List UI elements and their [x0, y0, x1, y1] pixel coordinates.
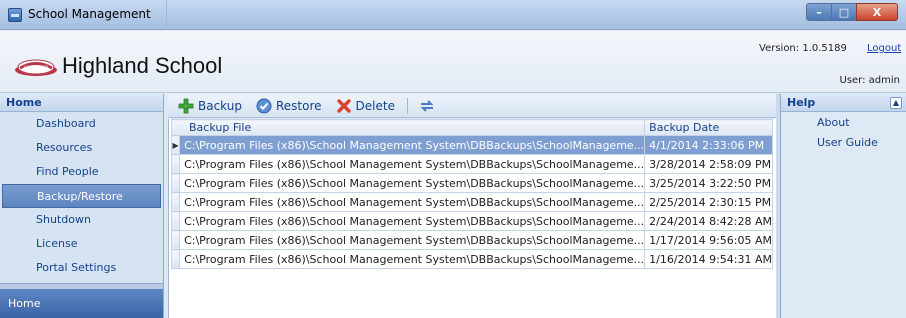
row-selector: [170, 249, 181, 269]
help-panel: Help ▲ About User Guide: [780, 94, 906, 318]
sidebar-item-find-people[interactable]: Find People: [0, 160, 163, 184]
row-selector-icon: ▶: [170, 135, 181, 155]
backup-file-cell[interactable]: C:\Program Files (x86)\School Management…: [179, 249, 646, 269]
app-icon: [8, 8, 22, 22]
table-row[interactable]: C:\Program Files (x86)\School Management…: [170, 211, 773, 231]
version-label: Version: 1.0.5189: [759, 43, 847, 54]
refresh-button[interactable]: [414, 96, 444, 116]
collapse-icon[interactable]: ▲: [890, 97, 902, 109]
table-row[interactable]: C:\Program Files (x86)\School Management…: [170, 230, 773, 250]
table-row[interactable]: C:\Program Files (x86)\School Management…: [170, 154, 773, 174]
left-navigation: Home Dashboard Resources Find People Bac…: [0, 94, 164, 318]
backup-file-cell[interactable]: C:\Program Files (x86)\School Management…: [179, 173, 646, 193]
row-selector: [170, 211, 181, 231]
title-bar: School Management – □ X: [0, 0, 906, 30]
app-header: HIGHLAND Highland School Version: 1.0.51…: [0, 31, 906, 93]
help-heading: Help ▲: [781, 94, 906, 112]
nav-group-home-tab[interactable]: Home: [0, 289, 163, 318]
delete-x-icon: [336, 98, 351, 113]
window-title: School Management: [28, 7, 151, 21]
nav-heading: Home: [0, 94, 163, 112]
check-icon: [256, 98, 272, 113]
column-header-backup-file[interactable]: Backup File: [170, 119, 646, 136]
toolbar-separator: [406, 97, 408, 114]
sidebar-item-dashboard[interactable]: Dashboard: [0, 112, 163, 136]
help-item-user-guide[interactable]: User Guide: [781, 134, 906, 152]
sidebar-item-backup-restore[interactable]: Backup/Restore: [2, 184, 161, 208]
table-row[interactable]: C:\Program Files (x86)\School Management…: [170, 173, 773, 193]
table-row[interactable]: C:\Program Files (x86)\School Management…: [170, 192, 773, 212]
sidebar-item-portal-settings[interactable]: Portal Settings: [0, 256, 163, 280]
backup-date-cell[interactable]: 2/24/2014 8:42:28 AM: [644, 211, 773, 231]
backup-date-cell[interactable]: 2/25/2014 2:30:15 PM: [644, 192, 773, 212]
backup-file-cell[interactable]: C:\Program Files (x86)\School Management…: [179, 211, 646, 231]
delete-button[interactable]: Delete: [332, 96, 399, 116]
restore-button[interactable]: Restore: [252, 96, 326, 116]
maximize-button[interactable]: □: [831, 3, 857, 21]
row-selector: [170, 192, 181, 212]
school-logo: HIGHLAND: [15, 59, 57, 76]
delete-label: Delete: [355, 98, 395, 113]
backup-file-cell[interactable]: C:\Program Files (x86)\School Management…: [179, 230, 646, 250]
current-user-label: User: admin: [839, 75, 901, 86]
table-row[interactable]: ▶ C:\Program Files (x86)\School Manageme…: [170, 135, 773, 155]
backup-date-cell[interactable]: 1/17/2014 9:56:05 AM: [644, 230, 773, 250]
backup-toolbar: Backup Restore Delete: [168, 94, 776, 118]
backup-button[interactable]: Backup: [174, 96, 246, 116]
minimize-button[interactable]: –: [806, 3, 832, 21]
column-header-backup-date[interactable]: Backup Date: [644, 119, 773, 136]
backup-date-cell[interactable]: 1/16/2014 9:54:31 AM: [644, 249, 773, 269]
sidebar-item-license[interactable]: License: [0, 232, 163, 256]
backup-table: Backup File Backup Date ▶ C:\Program Fil…: [170, 119, 773, 269]
backup-label: Backup: [198, 98, 242, 113]
backup-file-cell[interactable]: C:\Program Files (x86)\School Management…: [179, 154, 646, 174]
backup-date-cell[interactable]: 3/28/2014 2:58:09 PM: [644, 154, 773, 174]
table-row[interactable]: C:\Program Files (x86)\School Management…: [170, 249, 773, 269]
help-item-about[interactable]: About: [781, 114, 906, 132]
restore-label: Restore: [276, 98, 322, 113]
row-selector: [170, 230, 181, 250]
refresh-icon: [420, 99, 434, 112]
sidebar-item-shutdown[interactable]: Shutdown: [0, 208, 163, 232]
backup-file-cell[interactable]: C:\Program Files (x86)\School Management…: [179, 192, 646, 212]
add-icon: [178, 98, 194, 113]
row-selector: [170, 173, 181, 193]
backup-grid: Backup File Backup Date ▶ C:\Program Fil…: [168, 119, 776, 318]
window-controls: – □ X: [806, 3, 898, 21]
close-button[interactable]: X: [856, 3, 898, 21]
backup-date-cell[interactable]: 3/25/2014 3:22:50 PM: [644, 173, 773, 193]
row-selector: [170, 154, 181, 174]
svg-text:HIGHLAND: HIGHLAND: [24, 65, 49, 71]
backup-file-cell[interactable]: C:\Program Files (x86)\School Management…: [179, 135, 646, 155]
sidebar-item-resources[interactable]: Resources: [0, 136, 163, 160]
backup-date-cell[interactable]: 4/1/2014 2:33:06 PM: [644, 135, 773, 155]
logout-link[interactable]: Logout: [867, 43, 901, 54]
help-heading-label: Help: [787, 96, 816, 109]
title-divider: [166, 0, 167, 30]
school-name: Highland School: [62, 53, 223, 78]
